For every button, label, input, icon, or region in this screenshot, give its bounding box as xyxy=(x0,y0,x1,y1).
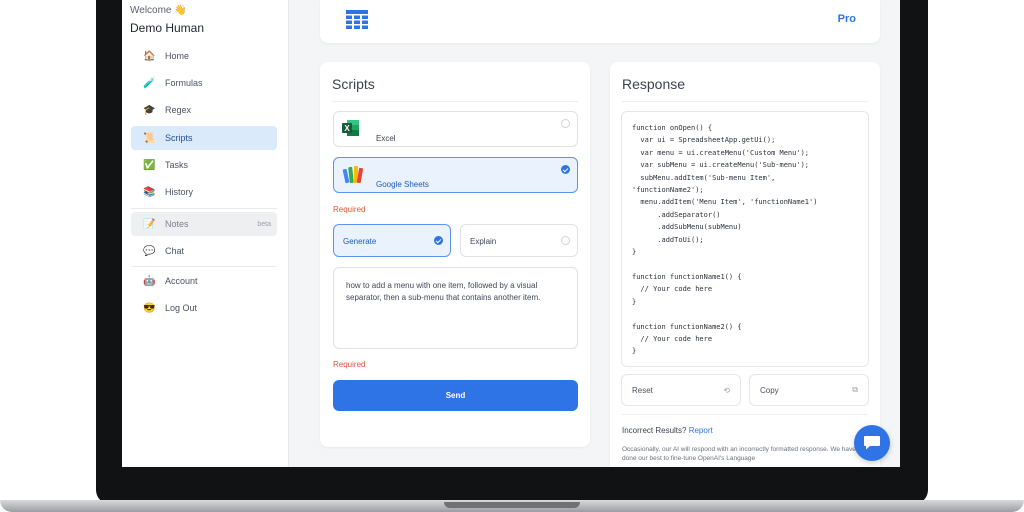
sidebar-item-label: Tasks xyxy=(165,160,189,170)
reset-label: Reset xyxy=(632,385,653,395)
sidebar-item-label: Scripts xyxy=(165,133,193,143)
option-label: Excel xyxy=(376,134,396,143)
sidebar-item-chat[interactable]: 💬 Chat xyxy=(131,239,277,263)
copy-button[interactable]: Copy ⧉ xyxy=(749,374,869,406)
google-sheets-icon xyxy=(342,166,364,184)
user-name: Demo Human xyxy=(130,21,205,35)
copy-label: Copy xyxy=(760,385,779,395)
sidebar-item-history[interactable]: 📚 History xyxy=(131,180,277,204)
laptop-notch xyxy=(444,502,580,508)
sidebar-divider xyxy=(131,266,277,267)
incorrect-results: Incorrect Results? Report xyxy=(622,426,713,435)
refresh-icon: ⟲ xyxy=(723,385,730,395)
prompt-textarea[interactable]: how to add a menu with one item, followe… xyxy=(333,267,578,349)
graduation-cap-icon: 🎓 xyxy=(143,104,156,116)
sidebar: Welcome 👋 Demo Human 🏠 Home 🧪 Formulas 🎓… xyxy=(122,0,289,467)
sunglasses-icon: 😎 xyxy=(143,302,156,314)
send-button[interactable]: Send xyxy=(333,380,578,411)
sidebar-item-formulas[interactable]: 🧪 Formulas xyxy=(131,71,277,95)
divider xyxy=(622,414,868,415)
sidebar-item-label: Log Out xyxy=(165,303,198,313)
sidebar-item-label: History xyxy=(165,187,194,197)
memo-icon: 📝 xyxy=(143,218,156,230)
top-header: Pro xyxy=(320,0,880,43)
sidebar-item-label: Account xyxy=(165,276,198,286)
sidebar-item-label: Formulas xyxy=(165,78,203,88)
sidebar-item-account[interactable]: 🤖 Account xyxy=(131,269,277,293)
chat-button[interactable] xyxy=(854,425,890,461)
sidebar-item-label: Chat xyxy=(165,246,185,256)
home-icon: 🏠 xyxy=(143,50,156,62)
mode-generate[interactable]: Generate xyxy=(333,224,451,257)
mode-label: Generate xyxy=(343,237,377,246)
response-card: Response function onOpen() { var ui = Sp… xyxy=(610,62,880,467)
response-title: Response xyxy=(622,76,686,92)
beta-badge: beta xyxy=(257,220,271,228)
sidebar-item-log-out[interactable]: 😎 Log Out xyxy=(131,296,277,320)
welcome-text: Welcome 👋 xyxy=(130,5,187,16)
sidebar-item-label: Regex xyxy=(165,105,192,115)
sidebar-divider xyxy=(131,208,277,209)
svg-text:X: X xyxy=(344,124,350,133)
mode-explain[interactable]: Explain xyxy=(460,224,578,257)
option-excel[interactable]: X Excel xyxy=(333,111,578,147)
option-label: Google Sheets xyxy=(376,180,429,189)
scroll-icon: 📜 xyxy=(143,132,156,144)
mode-label: Explain xyxy=(470,237,497,246)
scripts-title: Scripts xyxy=(332,76,375,92)
divider xyxy=(332,101,578,102)
required-text: Required xyxy=(333,205,366,214)
divider xyxy=(622,101,868,102)
check-circle-icon xyxy=(561,165,570,174)
required-text: Required xyxy=(333,360,366,369)
response-code: function onOpen() { var ui = Spreadsheet… xyxy=(621,111,869,367)
option-google-sheets[interactable]: Google Sheets xyxy=(333,157,578,193)
excel-icon: X xyxy=(342,120,359,136)
radio-unchecked xyxy=(561,119,570,128)
app-logo-icon[interactable] xyxy=(346,10,368,30)
check-circle-icon xyxy=(434,236,443,245)
sidebar-item-label: Home xyxy=(165,51,190,61)
reset-button[interactable]: Reset ⟲ xyxy=(621,374,741,406)
disclaimer-text: Occasionally, our AI will respond with a… xyxy=(622,446,856,462)
copy-icon: ⧉ xyxy=(852,385,858,394)
sidebar-item-tasks[interactable]: ✅ Tasks xyxy=(131,153,277,177)
sidebar-item-label: Notes xyxy=(165,219,189,229)
app-screen: Welcome 👋 Demo Human 🏠 Home 🧪 Formulas 🎓… xyxy=(122,0,900,467)
speech-bubble-icon: 💬 xyxy=(143,245,156,257)
incorrect-text: Incorrect Results? xyxy=(622,426,687,435)
test-tube-icon: 🧪 xyxy=(143,77,156,89)
scripts-card: Scripts X Excel Google Sheets Required G… xyxy=(320,62,590,447)
books-icon: 📚 xyxy=(143,186,156,198)
radio-unchecked xyxy=(561,236,570,245)
check-icon: ✅ xyxy=(143,159,156,171)
sidebar-item-notes[interactable]: 📝 Notes beta xyxy=(131,212,277,236)
sidebar-item-home[interactable]: 🏠 Home xyxy=(131,44,277,68)
chat-icon xyxy=(864,436,880,450)
pro-link[interactable]: Pro xyxy=(838,13,856,25)
robot-icon: 🤖 xyxy=(143,275,156,287)
sidebar-item-regex[interactable]: 🎓 Regex xyxy=(131,98,277,122)
report-link[interactable]: Report xyxy=(689,426,713,435)
sidebar-item-scripts[interactable]: 📜 Scripts xyxy=(131,126,277,150)
